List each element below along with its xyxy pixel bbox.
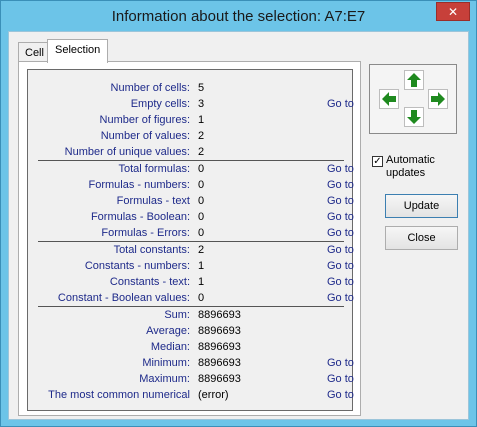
stat-row-sum: Sum: 8896693 [28, 307, 352, 323]
arrow-right-button[interactable] [428, 89, 448, 109]
stat-row-formulas-numbers: Formulas - numbers: 0 Go to [28, 177, 354, 193]
stat-label: Formulas - Errors: [101, 227, 190, 239]
stat-value: 3 [198, 98, 205, 110]
goto-link-total-constants[interactable]: Go to [327, 242, 354, 258]
stat-value: 8896693 [198, 341, 241, 353]
stat-label: Number of cells: [110, 82, 190, 94]
stat-value: 5 [198, 82, 205, 94]
stat-value: 0 [198, 163, 205, 175]
goto-link-empty-cells[interactable]: Go to [327, 96, 354, 112]
stat-row-total-constants: Total constants: 2 Go to [28, 242, 354, 258]
stat-value: 8896693 [198, 309, 241, 321]
goto-link-formulas-errors[interactable]: Go to [327, 225, 354, 241]
stat-label: Total formulas: [118, 163, 190, 175]
tab-selection[interactable]: Selection [47, 39, 109, 63]
stat-label: The most common numerical [48, 389, 190, 401]
stat-value: 1 [198, 276, 205, 288]
selection-tab-panel: Number of cells: 5 Empty cells: 3 Go to … [18, 61, 361, 416]
stat-row-constant-boolean: Constant - Boolean values: 0 Go to [28, 290, 354, 306]
stat-value: 2 [198, 130, 205, 142]
stat-label: Constant - Boolean values: [57, 292, 190, 304]
selection-stats-group: Number of cells: 5 Empty cells: 3 Go to … [27, 69, 354, 411]
stat-value: 0 [198, 195, 205, 207]
update-button[interactable]: Update [385, 194, 458, 218]
stat-label: Number of values: [100, 130, 190, 142]
stat-row-formulas-errors: Formulas - Errors: 0 Go to [28, 225, 354, 241]
stat-row-number-of-values: Number of values: 2 [28, 128, 352, 144]
goto-link-formulas-numbers[interactable]: Go to [327, 177, 354, 193]
stat-value: 0 [198, 211, 205, 223]
stat-value: 0 [198, 292, 205, 304]
stat-label: Median: [150, 341, 190, 353]
stat-label: Sum: [164, 309, 190, 321]
stat-label: Maximum: [139, 373, 190, 385]
dialog-client-area: Cell Selection Number of cells: 5 Empty … [8, 31, 469, 420]
tab-cell[interactable]: Cell [18, 42, 51, 63]
stat-row-median: Median: 8896693 [28, 339, 352, 355]
stat-value: 1 [198, 114, 205, 126]
arrow-down-icon [407, 110, 421, 124]
window-title: Information about the selection: A7:E7 [111, 8, 366, 25]
arrow-right-icon [431, 92, 445, 106]
stat-row-formulas-boolean: Formulas - Boolean: 0 Go to [28, 209, 354, 225]
title-bar[interactable]: Information about the selection: A7:E7 ✕ [1, 1, 476, 31]
stat-value: 1 [198, 260, 205, 272]
arrow-left-icon [382, 92, 396, 106]
arrow-up-button[interactable] [404, 70, 424, 90]
goto-link-constants-text[interactable]: Go to [327, 274, 354, 290]
stat-label: Constants - numbers: [84, 260, 190, 272]
stat-row-empty-cells: Empty cells: 3 Go to [28, 96, 354, 112]
stat-label: Minimum: [142, 357, 190, 369]
stat-row-constants-numbers: Constants - numbers: 1 Go to [28, 258, 354, 274]
stat-label: Average: [146, 325, 190, 337]
close-button[interactable]: Close [385, 226, 458, 250]
stat-row-constants-text: Constants - text: 1 Go to [28, 274, 354, 290]
goto-link-minimum[interactable]: Go to [327, 355, 354, 371]
stat-row-average: Average: 8896693 [28, 323, 352, 339]
goto-link-constant-boolean[interactable]: Go to [327, 290, 354, 306]
stat-value: 0 [198, 227, 205, 239]
dialog-window: Information about the selection: A7:E7 ✕… [0, 0, 477, 427]
stat-label: Number of figures: [99, 114, 190, 126]
stat-value: 2 [198, 146, 205, 158]
goto-link-formulas-boolean[interactable]: Go to [327, 209, 354, 225]
goto-link-formulas-text[interactable]: Go to [327, 193, 354, 209]
window-close-button[interactable]: ✕ [436, 2, 470, 21]
stat-label: Number of unique values: [64, 146, 190, 158]
stat-value: (error) [198, 389, 229, 401]
goto-link-most-common[interactable]: Go to [327, 387, 354, 403]
stat-value: 2 [198, 244, 205, 256]
stat-value: 0 [198, 179, 205, 191]
navigation-arrows-panel [369, 64, 457, 134]
stat-row-minimum: Minimum: 8896693 Go to [28, 355, 354, 371]
goto-link-maximum[interactable]: Go to [327, 371, 354, 387]
goto-link-total-formulas[interactable]: Go to [327, 161, 354, 177]
stat-label: Constants - text: [109, 276, 190, 288]
goto-link-constants-numbers[interactable]: Go to [327, 258, 354, 274]
stat-row-number-of-figures: Number of figures: 1 [28, 112, 352, 128]
stat-row-maximum: Maximum: 8896693 Go to [28, 371, 354, 387]
automatic-updates-checkbox[interactable]: ✓ [372, 156, 383, 167]
stat-row-number-of-cells: Number of cells: 5 [28, 80, 352, 96]
stat-label: Formulas - text [116, 195, 190, 207]
stat-row-total-formulas: Total formulas: 0 Go to [28, 161, 354, 177]
stat-value: 8896693 [198, 373, 241, 385]
stat-label: Formulas - Boolean: [90, 211, 190, 223]
stat-label: Empty cells: [130, 98, 190, 110]
arrow-up-icon [407, 73, 421, 87]
stat-row-most-common: The most common numerical (error) Go to [28, 387, 354, 403]
automatic-updates-label[interactable]: Automatic updates [386, 154, 435, 180]
stat-row-unique-values: Number of unique values: 2 [28, 144, 352, 160]
arrow-down-button[interactable] [404, 107, 424, 127]
stat-value: 8896693 [198, 325, 241, 337]
stat-label: Formulas - numbers: [88, 179, 190, 191]
stat-row-formulas-text: Formulas - text 0 Go to [28, 193, 354, 209]
stat-value: 8896693 [198, 357, 241, 369]
arrow-left-button[interactable] [379, 89, 399, 109]
stat-label: Total constants: [113, 244, 190, 256]
